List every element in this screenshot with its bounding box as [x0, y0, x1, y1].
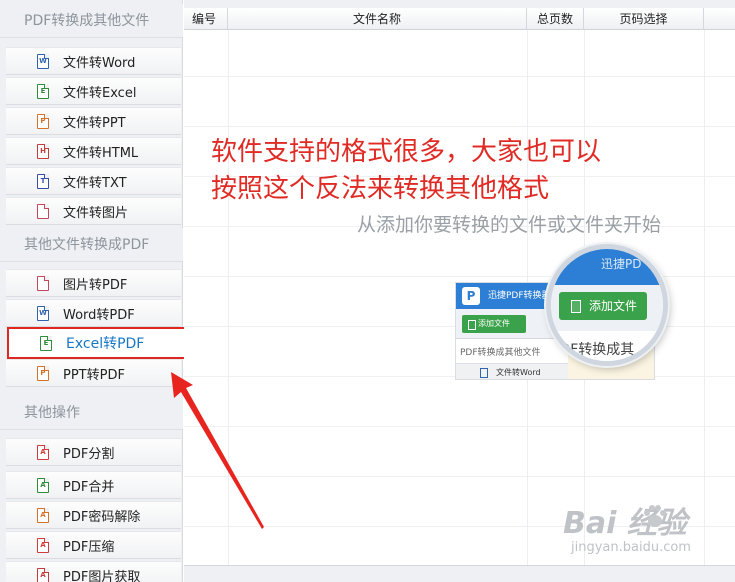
app-logo-icon: P — [462, 287, 480, 305]
magnifier-lens: 迅捷PD 添加文件 PDF转换成其 — [546, 244, 668, 366]
sidebar-item-file-to-html[interactable]: H 文件转HTML — [6, 137, 181, 165]
sidebar-item-label: Excel转PDF — [66, 336, 145, 352]
sidebar-item-label: PDF合并 — [63, 479, 115, 495]
sidebar-item-label: 文件转Excel — [63, 85, 137, 101]
sidebar-item-label: 文件转HTML — [63, 145, 139, 161]
empty-state-hint: 从添加你要转换的文件或文件夹开始 — [357, 214, 662, 236]
tutorial-annotation: 软件支持的格式很多，大家也可以 按照这个反法来转换其他格式 — [211, 134, 601, 208]
sidebar-item-label: Word转PDF — [63, 307, 135, 323]
sidebar-item-pdf-merge[interactable]: A PDF合并 — [6, 471, 181, 499]
watermark-url: jingyan.baidu.com — [571, 540, 691, 555]
word-file-icon: W — [37, 53, 49, 69]
sidebar-item-pdf-split[interactable]: A PDF分割 — [6, 438, 181, 466]
illustration-item: 文件转Word — [456, 363, 568, 379]
ppt-file-icon: P — [37, 365, 49, 381]
pdf-file-icon: A — [37, 444, 49, 460]
sidebar-item-pdf-compress[interactable]: A PDF压缩 — [6, 531, 181, 559]
sidebar-item-label: PPT转PDF — [63, 367, 125, 383]
excel-file-icon: E — [40, 335, 52, 351]
sidebar-item-word-to-pdf[interactable]: W Word转PDF — [6, 299, 181, 327]
illustration-app-title: 迅捷PDF转换器 — [488, 291, 551, 301]
sidebar-item-label: 文件转图片 — [63, 205, 129, 221]
pdf-file-icon: A — [37, 477, 49, 493]
sidebar-item-label: PDF压缩 — [63, 539, 115, 555]
sidebar-item-file-to-txt[interactable]: T 文件转TXT — [6, 167, 181, 195]
column-header-total-pages[interactable]: 总页数 — [527, 8, 584, 30]
pdf-file-icon: A — [37, 567, 49, 582]
section-other-operations: 其他操作 — [0, 396, 183, 430]
annotation-line-1: 软件支持的格式很多，大家也可以 — [211, 137, 602, 167]
excel-file-icon: E — [37, 83, 49, 99]
sidebar-item-label: 图片转PDF — [63, 277, 128, 293]
sidebar-item-label: 文件转TXT — [63, 175, 127, 191]
sidebar-item-pdf-unlock[interactable]: A PDF密码解除 — [6, 501, 181, 529]
sidebar-item-pdf-image-extract[interactable]: A PDF图片获取 — [6, 561, 181, 582]
section-pdf-to-other: PDF转换成其他文件 — [0, 4, 183, 38]
magnifier-section-title: PDF转换成其 — [551, 342, 635, 358]
sidebar-item-file-to-word[interactable]: W 文件转Word — [6, 47, 181, 75]
sidebar: PDF转换成其他文件 W 文件转Word E 文件转Excel P 文件转PPT… — [0, 0, 190, 582]
sidebar-item-label: 文件转Word — [63, 55, 136, 71]
column-header-filename[interactable]: 文件名称 — [228, 8, 527, 30]
txt-file-icon: T — [37, 173, 49, 189]
column-header-extra[interactable] — [704, 8, 735, 30]
image-file-icon — [37, 275, 49, 291]
column-header-page-selection[interactable]: 页码选择 — [584, 8, 704, 30]
sidebar-item-label: PDF分割 — [63, 446, 115, 462]
sidebar-item-excel-to-pdf[interactable]: E Excel转PDF — [7, 327, 190, 359]
html-file-icon: H — [37, 143, 49, 159]
sidebar-item-file-to-image[interactable]: 文件转图片 — [6, 197, 181, 225]
section-other-to-pdf: 其他文件转换成PDF — [0, 228, 183, 262]
illustration-add-file-button: 添加文件 — [462, 315, 526, 333]
column-header-number[interactable]: 编号 — [184, 8, 228, 30]
magnifier-title: 迅捷PD — [601, 257, 642, 271]
magnifier-titlebar: 迅捷PD — [551, 249, 663, 285]
sidebar-item-image-to-pdf[interactable]: 图片转PDF — [6, 269, 181, 297]
baidu-watermark: Bai 经验 jingyan.baidu.com — [563, 498, 735, 574]
magnifier-add-file-button: 添加文件 — [559, 292, 647, 320]
pdf-file-icon: A — [37, 507, 49, 523]
pdf-file-icon: A — [37, 537, 49, 553]
sidebar-item-label: PDF图片获取 — [63, 569, 141, 582]
sidebar-item-file-to-ppt[interactable]: P 文件转PPT — [6, 107, 181, 135]
image-file-icon — [37, 203, 49, 219]
sidebar-item-ppt-to-pdf[interactable]: P PPT转PDF — [6, 359, 181, 387]
sidebar-item-label: 文件转PPT — [63, 115, 126, 131]
word-file-icon: W — [37, 305, 49, 321]
paw-icon — [644, 505, 666, 527]
annotation-line-2: 按照这个反法来转换其他格式 — [211, 174, 550, 204]
sidebar-item-file-to-excel[interactable]: E 文件转Excel — [6, 77, 181, 105]
table-header: 编号 文件名称 总页数 页码选择 — [184, 0, 735, 30]
ppt-file-icon: P — [37, 113, 49, 129]
sidebar-item-label: PDF密码解除 — [63, 509, 141, 525]
illustration-section-title: PDF转换成其他文件 — [460, 348, 541, 358]
